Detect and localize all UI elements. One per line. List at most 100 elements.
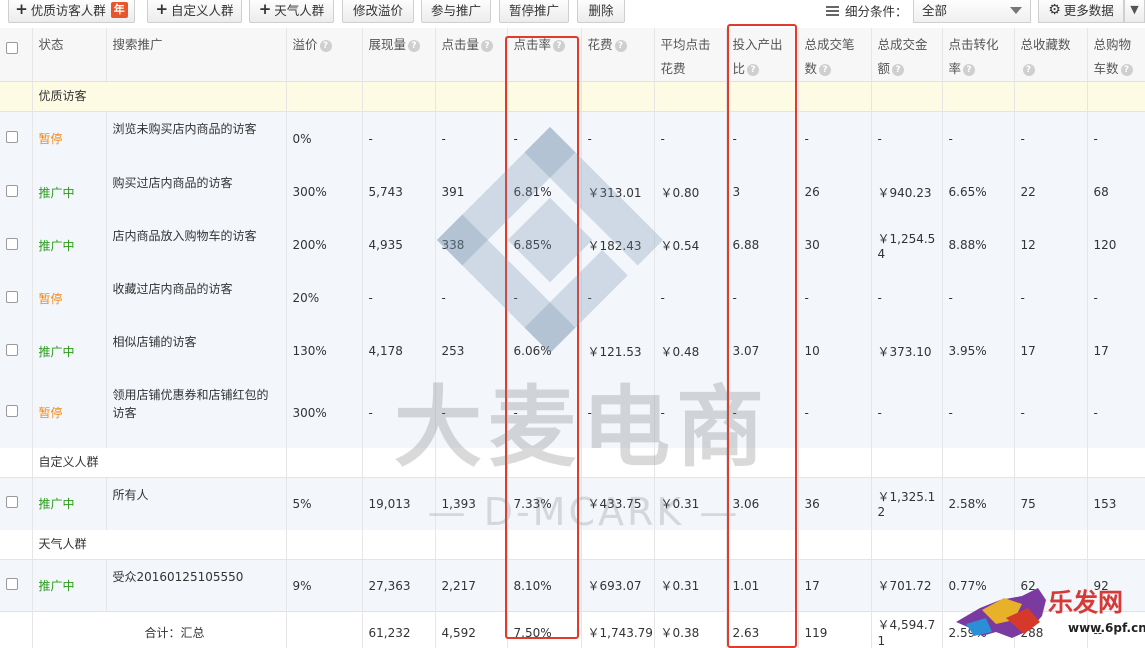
cell-roi: 3 xyxy=(726,165,799,219)
row-select-cell[interactable] xyxy=(0,477,33,530)
help-icon[interactable]: ? xyxy=(614,39,627,52)
row-checkbox[interactable] xyxy=(6,131,18,144)
crowd-name: 收藏过店内商品的访客 xyxy=(106,271,287,325)
cell-premium[interactable]: 20% xyxy=(286,271,363,325)
stamp-url: www.6pf.cn xyxy=(1068,621,1145,635)
filter-label: 细分条件： xyxy=(826,1,908,20)
header-select-all[interactable] xyxy=(0,28,33,82)
row-select-cell[interactable] xyxy=(0,559,33,612)
help-icon[interactable]: ? xyxy=(819,63,832,76)
group-cell xyxy=(654,81,727,112)
table-row[interactable]: 推广中 相似店铺的访客 130% 4,178 253 6.06% ￥121.53 ￥0.48 3… xyxy=(0,324,1145,378)
header-ctr[interactable]: 点击率? xyxy=(507,28,582,82)
join-promotion-button[interactable]: 参与推广 xyxy=(421,0,491,23)
group-cell xyxy=(362,81,436,112)
add-weather-group-button[interactable]: + 天气人群 xyxy=(249,0,334,23)
header-orders[interactable]: 总成交笔数? xyxy=(798,28,872,82)
help-icon[interactable]: ? xyxy=(553,39,566,52)
header-gmv[interactable]: 总成交金额? xyxy=(871,28,943,82)
status-badge[interactable]: 推广中 xyxy=(32,165,107,219)
group-cell xyxy=(871,447,943,478)
pause-promotion-button[interactable]: 暂停推广 xyxy=(499,0,569,23)
status-badge[interactable]: 暂停 xyxy=(32,377,107,448)
help-icon[interactable]: ? xyxy=(1022,63,1035,76)
chevron-down-icon: ▼ xyxy=(1130,3,1139,16)
add-custom-group-button[interactable]: + 自定义人群 xyxy=(147,0,242,23)
row-select-cell[interactable] xyxy=(0,165,33,219)
cell-roi: - xyxy=(726,111,799,166)
header-roi[interactable]: 投入产出比? xyxy=(726,28,799,82)
filter-select[interactable]: 全部 xyxy=(913,0,1031,23)
header-cpc[interactable]: 平均点击花费 xyxy=(654,28,727,82)
row-checkbox[interactable] xyxy=(6,343,18,356)
header-clicks[interactable]: 点击量? xyxy=(435,28,508,82)
header-status: 状态 xyxy=(32,28,107,82)
help-icon[interactable]: ? xyxy=(747,63,760,76)
cell-premium[interactable]: 130% xyxy=(286,324,363,378)
help-icon[interactable]: ? xyxy=(1120,63,1133,76)
header-cost[interactable]: 花费? xyxy=(581,28,655,82)
toolbar-collapse-button[interactable]: ▼ xyxy=(1124,0,1145,23)
header-cvr[interactable]: 点击转化率? xyxy=(942,28,1015,82)
help-icon[interactable]: ? xyxy=(963,63,976,76)
status-badge[interactable]: 推广中 xyxy=(32,218,107,272)
row-select-cell[interactable] xyxy=(0,271,33,325)
select-all-checkbox[interactable] xyxy=(6,42,18,54)
cell-premium[interactable]: 0% xyxy=(286,111,363,166)
row-checkbox[interactable] xyxy=(6,237,18,250)
delete-button[interactable]: 删除 xyxy=(577,0,625,23)
group-cell xyxy=(654,529,727,560)
header-premium[interactable]: 溢价? xyxy=(286,28,363,82)
row-checkbox[interactable] xyxy=(6,184,18,197)
row-checkbox[interactable] xyxy=(6,496,18,509)
row-select-cell[interactable] xyxy=(0,111,33,166)
toolbar: + 优质访客人群 年 + 自定义人群 + 天气人群 修改溢价 参与推广 暂停推广… xyxy=(0,0,1145,24)
status-badge[interactable]: 推广中 xyxy=(32,477,107,530)
cell-clicks: 338 xyxy=(435,218,508,272)
row-checkbox[interactable] xyxy=(6,290,18,303)
status-badge[interactable]: 推广中 xyxy=(32,559,107,612)
help-icon[interactable]: ? xyxy=(481,39,494,52)
cell-premium[interactable]: 5% xyxy=(286,477,363,530)
header-impressions[interactable]: 展现量? xyxy=(362,28,436,82)
header-carts[interactable]: 总购物车数? xyxy=(1087,28,1145,82)
row-checkbox[interactable] xyxy=(6,578,18,590)
table-row[interactable]: 推广中 店内商品放入购物车的访客 200% 4,935 338 6.85% ￥182.43 ￥… xyxy=(0,218,1145,272)
add-quality-visitors-button[interactable]: + 优质访客人群 年 xyxy=(8,0,135,23)
help-icon[interactable]: ? xyxy=(408,39,421,52)
row-checkbox[interactable] xyxy=(6,405,18,417)
cell-premium[interactable]: 300% xyxy=(286,377,363,448)
modify-premium-button[interactable]: 修改溢价 xyxy=(342,0,414,23)
row-select-cell[interactable] xyxy=(0,377,33,448)
help-icon[interactable]: ? xyxy=(892,63,905,76)
table-row[interactable]: 推广中 购买过店内商品的访客 300% 5,743 391 6.81% ￥313.01 ￥0.… xyxy=(0,165,1145,219)
more-data-button[interactable]: ⚙ 更多数据 xyxy=(1038,0,1124,23)
cell-favorites: 75 xyxy=(1014,477,1088,530)
total-impressions: 61,232 xyxy=(362,611,436,648)
crowd-name: 受众20160125105550 xyxy=(106,559,287,612)
header-search-promo-label: 搜索推广 xyxy=(112,37,163,52)
cell-premium[interactable]: 9% xyxy=(286,559,363,612)
group-row: 优质访客 xyxy=(0,81,1145,112)
cell-ctr: 6.85% xyxy=(507,218,582,272)
row-select-cell[interactable] xyxy=(0,324,33,378)
cell-orders: 17 xyxy=(798,559,872,612)
status-badge[interactable]: 推广中 xyxy=(32,324,107,378)
status-badge[interactable]: 暂停 xyxy=(32,111,107,166)
cell-cost: ￥121.53 xyxy=(581,324,655,378)
row-select-cell[interactable] xyxy=(0,218,33,272)
status-badge[interactable]: 暂停 xyxy=(32,271,107,325)
help-icon[interactable]: ? xyxy=(319,39,332,52)
table-row[interactable]: 暂停 收藏过店内商品的访客 20% - - - - - - - - - - - xyxy=(0,271,1145,325)
cell-gmv: - xyxy=(871,111,943,166)
header-premium-label: 溢价 xyxy=(292,37,318,52)
cell-impressions: 4,178 xyxy=(362,324,436,378)
cell-premium[interactable]: 300% xyxy=(286,165,363,219)
group-cell xyxy=(435,81,508,112)
total-cost: ￥1,743.79 xyxy=(581,611,655,648)
cell-clicks: 391 xyxy=(435,165,508,219)
table-row[interactable]: 暂停 浏览未购买店内商品的访客 0% - - - - - - - - - - - xyxy=(0,111,1145,166)
group-cell xyxy=(1014,81,1088,112)
cell-premium[interactable]: 200% xyxy=(286,218,363,272)
header-favorites[interactable]: 总收藏数? xyxy=(1014,28,1088,82)
